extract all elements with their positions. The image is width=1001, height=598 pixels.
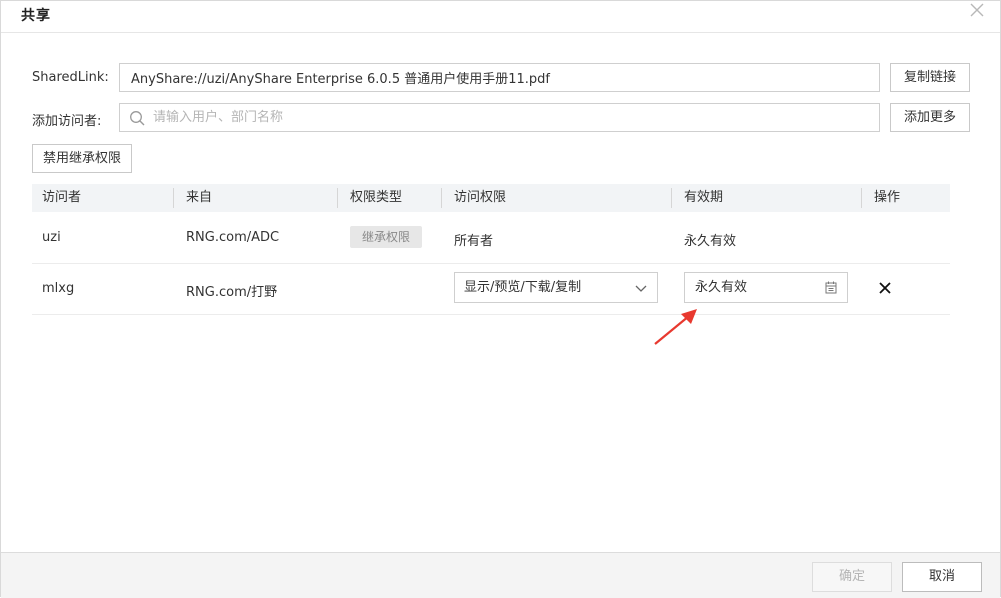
add-visitor-label: 添加访问者: (32, 114, 102, 129)
chevron-down-icon (635, 285, 647, 292)
header-action: 操作 (874, 190, 901, 205)
permission-select[interactable]: 显示/预览/下载/复制 (454, 272, 658, 303)
header-type: 权限类型 (350, 190, 403, 205)
cancel-button[interactable]: 取消 (902, 562, 982, 592)
header-visitor: 访问者 (42, 190, 82, 205)
share-dialog: 共享 SharedLink: 复制链接 添加访问者: 添加更多 禁用继承权限 访… (0, 0, 1001, 598)
table-header: 访问者 来自 权限类型 访问权限 有效期 操作 (32, 184, 950, 212)
close-icon[interactable] (968, 1, 986, 19)
dialog-footer: 确定 取消 (1, 552, 1000, 598)
disable-inherit-button[interactable]: 禁用继承权限 (32, 144, 132, 173)
inherit-badge: 继承权限 (350, 226, 422, 248)
permission-text: 所有者 (454, 234, 494, 249)
shared-link-label: SharedLink: (32, 70, 109, 85)
table-row: uzi RNG.com/ADC 继承权限 所有者 永久有效 (32, 213, 950, 264)
header-divider (441, 188, 442, 208)
dialog-title: 共享 (21, 8, 51, 24)
header-divider (671, 188, 672, 208)
calendar-icon[interactable] (825, 281, 837, 294)
header-divider (173, 188, 174, 208)
validity-text: 永久有效 (684, 234, 737, 249)
table-row: mlxg RNG.com/打野 显示/预览/下载/复制 永久有效 (32, 264, 950, 315)
delete-icon[interactable] (877, 280, 893, 296)
visitor-name: uzi (42, 230, 61, 245)
validity-date-input[interactable]: 永久有效 (684, 272, 848, 303)
annotation-arrow-icon (654, 309, 697, 345)
visitor-source: RNG.com/ADC (186, 230, 280, 245)
validity-date-value: 永久有效 (695, 280, 748, 295)
add-more-button[interactable]: 添加更多 (890, 103, 970, 132)
search-icon (130, 111, 145, 126)
dialog-titlebar: 共享 (1, 1, 1000, 33)
visitor-source: RNG.com/打野 (186, 285, 278, 300)
add-visitor-input[interactable] (153, 104, 853, 131)
header-from: 来自 (186, 190, 213, 205)
header-divider (861, 188, 862, 208)
visitor-name: mlxg (42, 281, 75, 296)
add-visitor-search (119, 103, 880, 132)
header-validity: 有效期 (684, 190, 724, 205)
copy-link-button[interactable]: 复制链接 (890, 63, 970, 92)
permission-select-value: 显示/预览/下载/复制 (464, 280, 582, 295)
header-permission: 访问权限 (454, 190, 507, 205)
confirm-button[interactable]: 确定 (812, 562, 892, 592)
header-divider (337, 188, 338, 208)
shared-link-field[interactable] (119, 63, 880, 92)
